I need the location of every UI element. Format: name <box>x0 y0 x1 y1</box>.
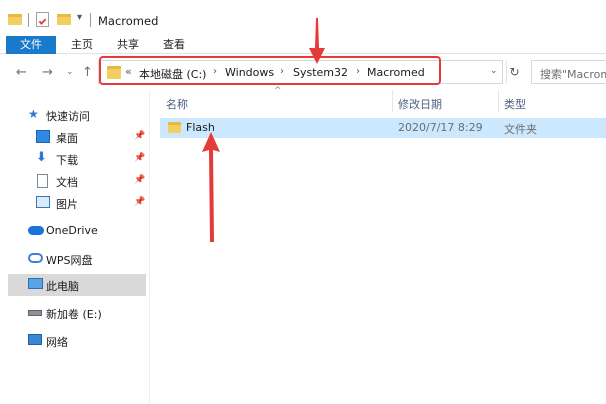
sidebar-item-label: 快速访问 <box>46 110 90 123</box>
sidebar-item-label: 新加卷 (E:) <box>46 308 102 321</box>
pin-icon[interactable]: 📌 <box>134 175 145 185</box>
tab-share[interactable]: 共享 <box>108 36 148 54</box>
annotation-arrow-up <box>202 132 220 242</box>
tab-file[interactable]: 文件 <box>6 36 56 54</box>
annotation-arrow-down <box>309 18 325 64</box>
document-icon <box>37 174 48 188</box>
sidebar-item-pictures[interactable]: 图片 📌 <box>0 192 150 214</box>
file-list: ^ 名称 修改日期 类型 Flash 2020/7/17 8:29 文件夹 <box>160 86 606 404</box>
pin-icon[interactable]: 📌 <box>134 153 145 163</box>
address-dropdown-icon[interactable]: ⌄ <box>490 66 498 76</box>
sidebar-item-label: 下载 <box>56 154 78 167</box>
sidebar-item-label: 文档 <box>56 176 78 189</box>
new-folder-icon[interactable] <box>57 14 71 25</box>
download-icon: ⬇ <box>36 150 47 165</box>
forward-arrow-icon[interactable]: → <box>42 65 53 80</box>
sort-caret-icon: ^ <box>274 86 282 96</box>
tab-view[interactable]: 查看 <box>154 36 194 54</box>
sidebar-item-label: 图片 <box>56 198 78 211</box>
ribbon: 文件 主页 共享 查看 <box>0 36 606 54</box>
sidebar-item-downloads[interactable]: ⬇ 下载 📌 <box>0 148 150 170</box>
folder-icon <box>8 14 22 25</box>
tab-home[interactable]: 主页 <box>62 36 102 54</box>
sidebar-item-label: WPS网盘 <box>46 254 93 267</box>
sidebar-item-label: 桌面 <box>56 132 78 145</box>
highlight-box <box>99 56 441 85</box>
column-header-modified[interactable]: 修改日期 <box>398 96 442 112</box>
sidebar-item-onedrive[interactable]: OneDrive <box>0 220 150 242</box>
file-type: 文件夹 <box>504 123 537 136</box>
table-row[interactable]: Flash 2020/7/17 8:29 文件夹 <box>160 118 606 138</box>
sidebar-item-drive-e[interactable]: 新加卷 (E:) <box>0 302 150 324</box>
sidebar-item-this-pc[interactable]: 此电脑 <box>8 274 146 296</box>
sidebar-item-network[interactable]: 网络 <box>0 330 150 352</box>
divider <box>90 13 91 27</box>
folder-icon <box>168 122 181 133</box>
sidebar-item-wps-cloud[interactable]: WPS网盘 <box>0 248 150 270</box>
network-icon <box>28 334 42 345</box>
column-divider[interactable] <box>498 90 499 112</box>
sidebar-item-label: OneDrive <box>46 224 98 237</box>
search-placeholder: 搜索"Macromed" <box>540 68 606 81</box>
sidebar-item-quick-access[interactable]: ★ 快速访问 <box>0 104 150 126</box>
drive-icon <box>28 310 42 316</box>
sidebar-item-label: 此电脑 <box>46 280 79 293</box>
refresh-icon[interactable]: ↻ <box>506 61 522 83</box>
sidebar-item-documents[interactable]: 文档 📌 <box>0 170 150 192</box>
up-arrow-icon[interactable]: ↑ <box>82 65 93 80</box>
file-modified: 2020/7/17 8:29 <box>398 121 483 134</box>
divider <box>28 13 29 27</box>
sidebar-item-desktop[interactable]: 桌面 📌 <box>0 126 150 148</box>
back-arrow-icon[interactable]: ← <box>16 65 27 80</box>
pin-icon[interactable]: 📌 <box>134 197 145 207</box>
pictures-icon <box>36 196 50 208</box>
desktop-icon <box>36 130 50 143</box>
recent-locations-chevron-icon[interactable]: ⌄ <box>66 67 74 77</box>
pin-icon[interactable]: 📌 <box>134 131 145 141</box>
column-header-type[interactable]: 类型 <box>504 96 526 112</box>
customize-quick-access-icon[interactable]: ▾ <box>77 12 82 23</box>
star-icon: ★ <box>28 107 39 121</box>
title-bar: ▾ Macromed <box>0 0 606 36</box>
sidebar-item-label: 网络 <box>46 336 68 349</box>
window-title: Macromed <box>98 14 159 28</box>
search-input[interactable]: 搜索"Macromed" <box>531 60 606 84</box>
wps-cloud-icon <box>28 253 43 263</box>
column-header-name[interactable]: 名称 <box>166 96 188 112</box>
navigation-pane: ★ 快速访问 桌面 📌 ⬇ 下载 📌 文档 📌 图片 📌 OneDrive WP… <box>0 90 150 404</box>
cloud-icon <box>28 226 44 235</box>
computer-icon <box>28 278 43 289</box>
properties-icon[interactable] <box>36 12 49 27</box>
column-divider[interactable] <box>392 90 393 112</box>
